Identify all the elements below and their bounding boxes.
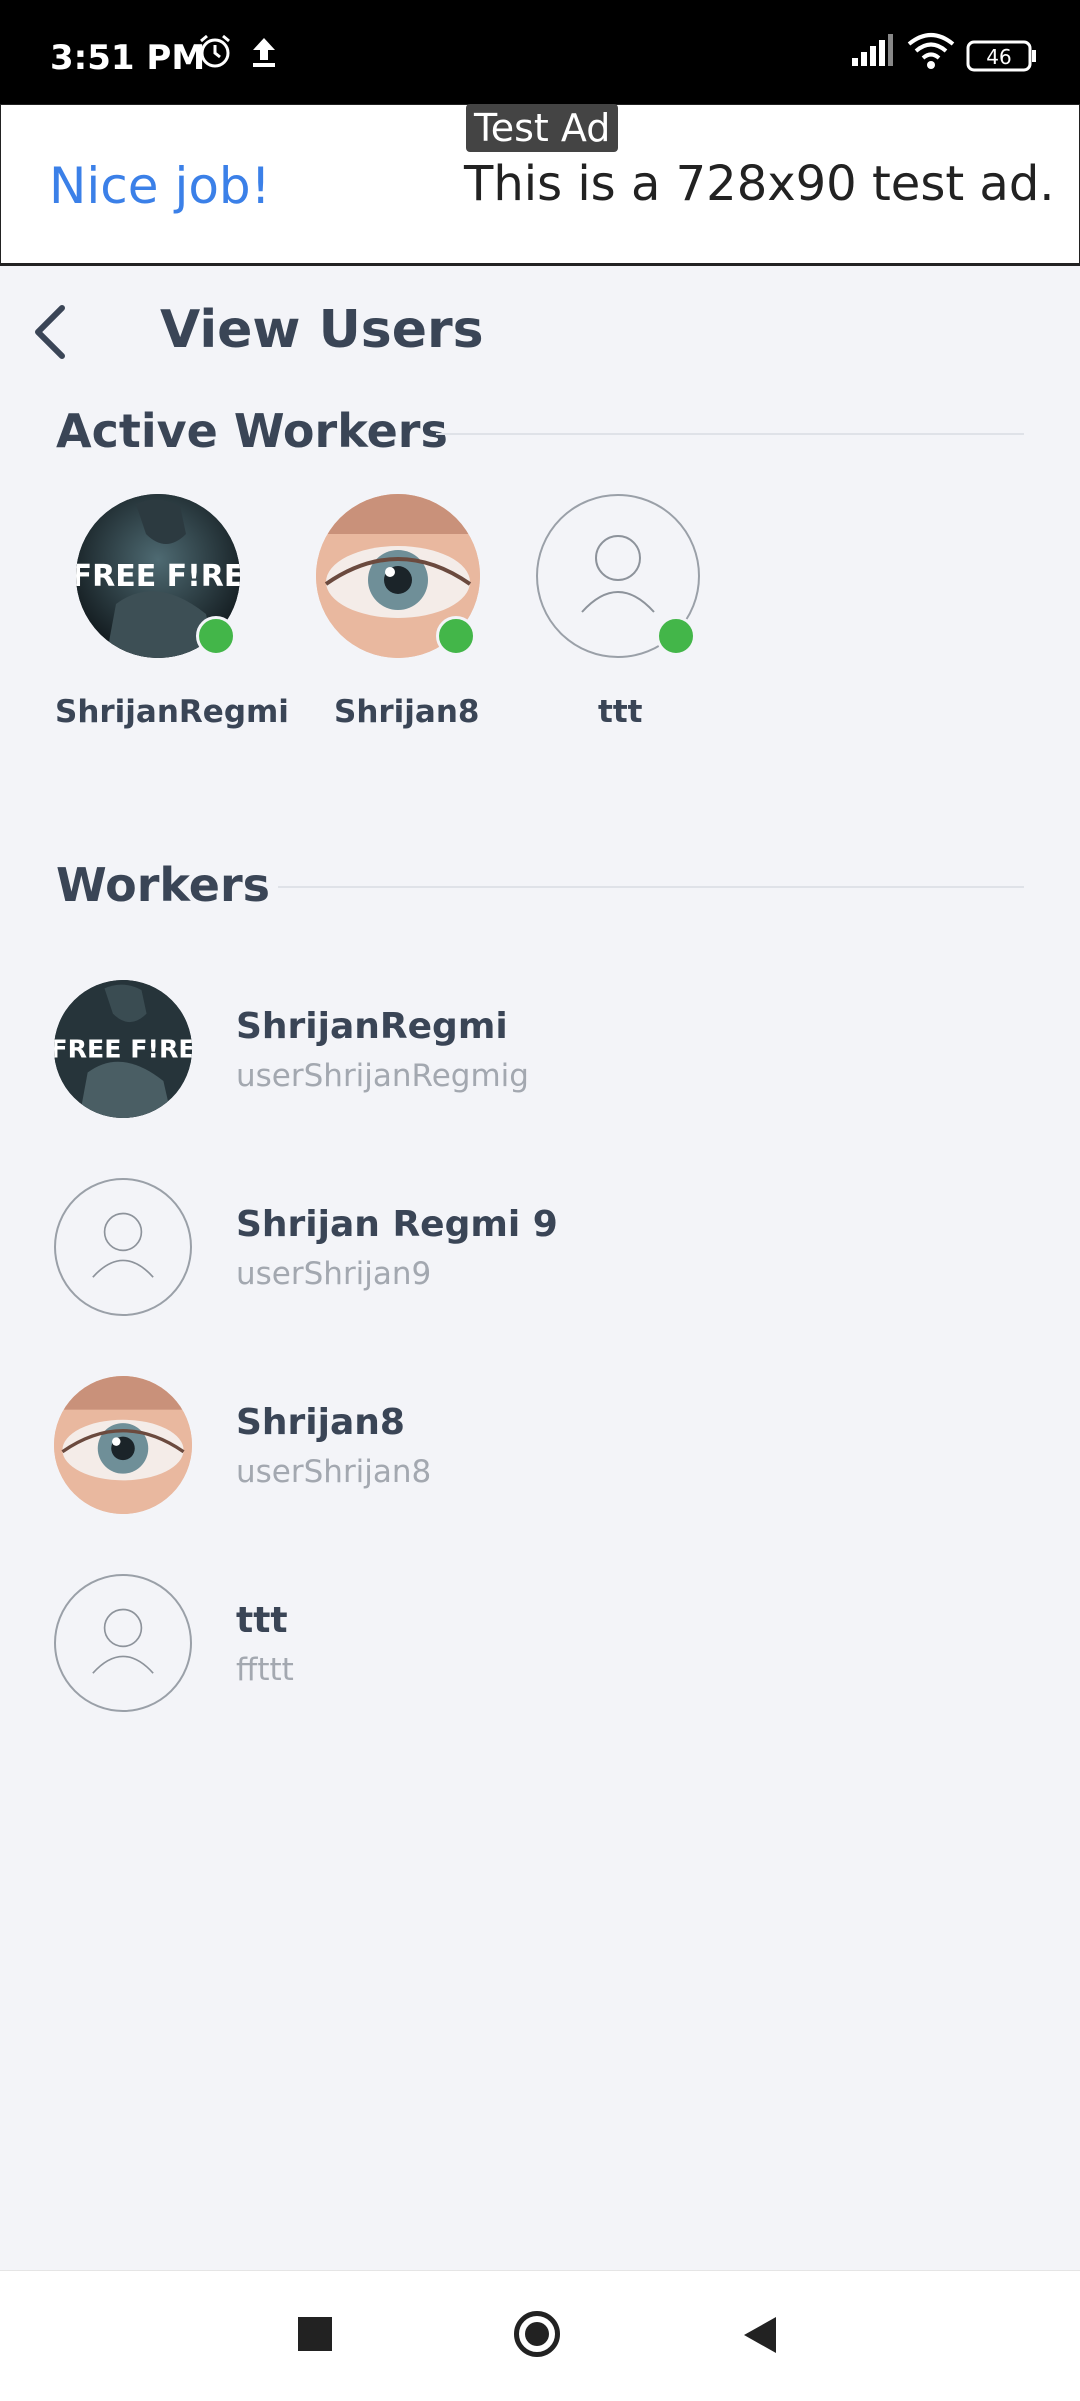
status-time: 3:51 PM: [50, 38, 206, 78]
wifi-icon: [906, 32, 956, 75]
worker-row[interactable]: FREE F!RE ShrijanRegmi userShrijanRegmig: [54, 980, 1054, 1120]
worker-row[interactable]: ttt ffttt: [54, 1574, 1054, 1714]
worker-avatar: [54, 1376, 192, 1514]
worker-username: userShrijan8: [236, 1454, 432, 1490]
online-status-dot: [436, 616, 476, 656]
online-status-dot: [196, 616, 236, 656]
online-status-dot: [656, 616, 696, 656]
free-fire-image: FREE F!RE: [54, 980, 192, 1118]
worker-avatar: [54, 1574, 192, 1712]
active-workers-divider: [436, 433, 1024, 435]
signal-icon: [850, 32, 894, 73]
battery-icon: 46: [966, 40, 1038, 77]
ad-badge: Test Ad: [466, 104, 619, 152]
back-button[interactable]: [26, 300, 76, 364]
workers-title: Workers: [56, 858, 271, 912]
navigation-bar: [0, 2270, 1080, 2401]
eye-image: [54, 1376, 192, 1514]
worker-name: Shrijan Regmi 9: [236, 1204, 558, 1245]
worker-username: ffttt: [236, 1652, 294, 1688]
active-worker-name: ShrijanRegmi: [55, 694, 289, 730]
ad-headline[interactable]: Nice job!: [49, 157, 271, 215]
workers-divider: [278, 886, 1024, 888]
battery-level: 46: [986, 45, 1011, 69]
active-worker-name: Shrijan8: [334, 694, 480, 730]
default-user-icon: [92, 1608, 154, 1674]
svg-text:FREE F!RE: FREE F!RE: [54, 1034, 192, 1063]
active-workers-title: Active Workers: [56, 404, 448, 458]
ad-text[interactable]: This is a 728x90 test ad.: [464, 156, 1055, 212]
alarm-icon: [196, 32, 234, 75]
page-title: View Users: [160, 300, 484, 360]
chevron-left-icon: [35, 305, 65, 359]
svg-text:FREE F!RE: FREE F!RE: [76, 559, 240, 594]
status-bar: 3:51 PM 46: [0, 0, 1080, 104]
worker-name: ShrijanRegmi: [236, 1006, 508, 1047]
worker-row[interactable]: Shrijan8 userShrijan8: [54, 1376, 1054, 1516]
worker-avatar: FREE F!RE: [54, 980, 192, 1118]
upload-icon: [248, 32, 280, 75]
home-icon[interactable]: [514, 2311, 560, 2357]
worker-row[interactable]: Shrijan Regmi 9 userShrijan9: [54, 1178, 1054, 1318]
recents-icon[interactable]: [298, 2317, 332, 2351]
default-user-icon: [92, 1212, 154, 1278]
active-worker-name: ttt: [598, 694, 643, 730]
worker-name: ttt: [236, 1600, 288, 1641]
worker-username: userShrijanRegmig: [236, 1058, 529, 1094]
worker-username: userShrijan9: [236, 1256, 432, 1292]
back-icon[interactable]: [742, 2315, 778, 2360]
worker-avatar: [54, 1178, 192, 1316]
worker-name: Shrijan8: [236, 1402, 405, 1443]
